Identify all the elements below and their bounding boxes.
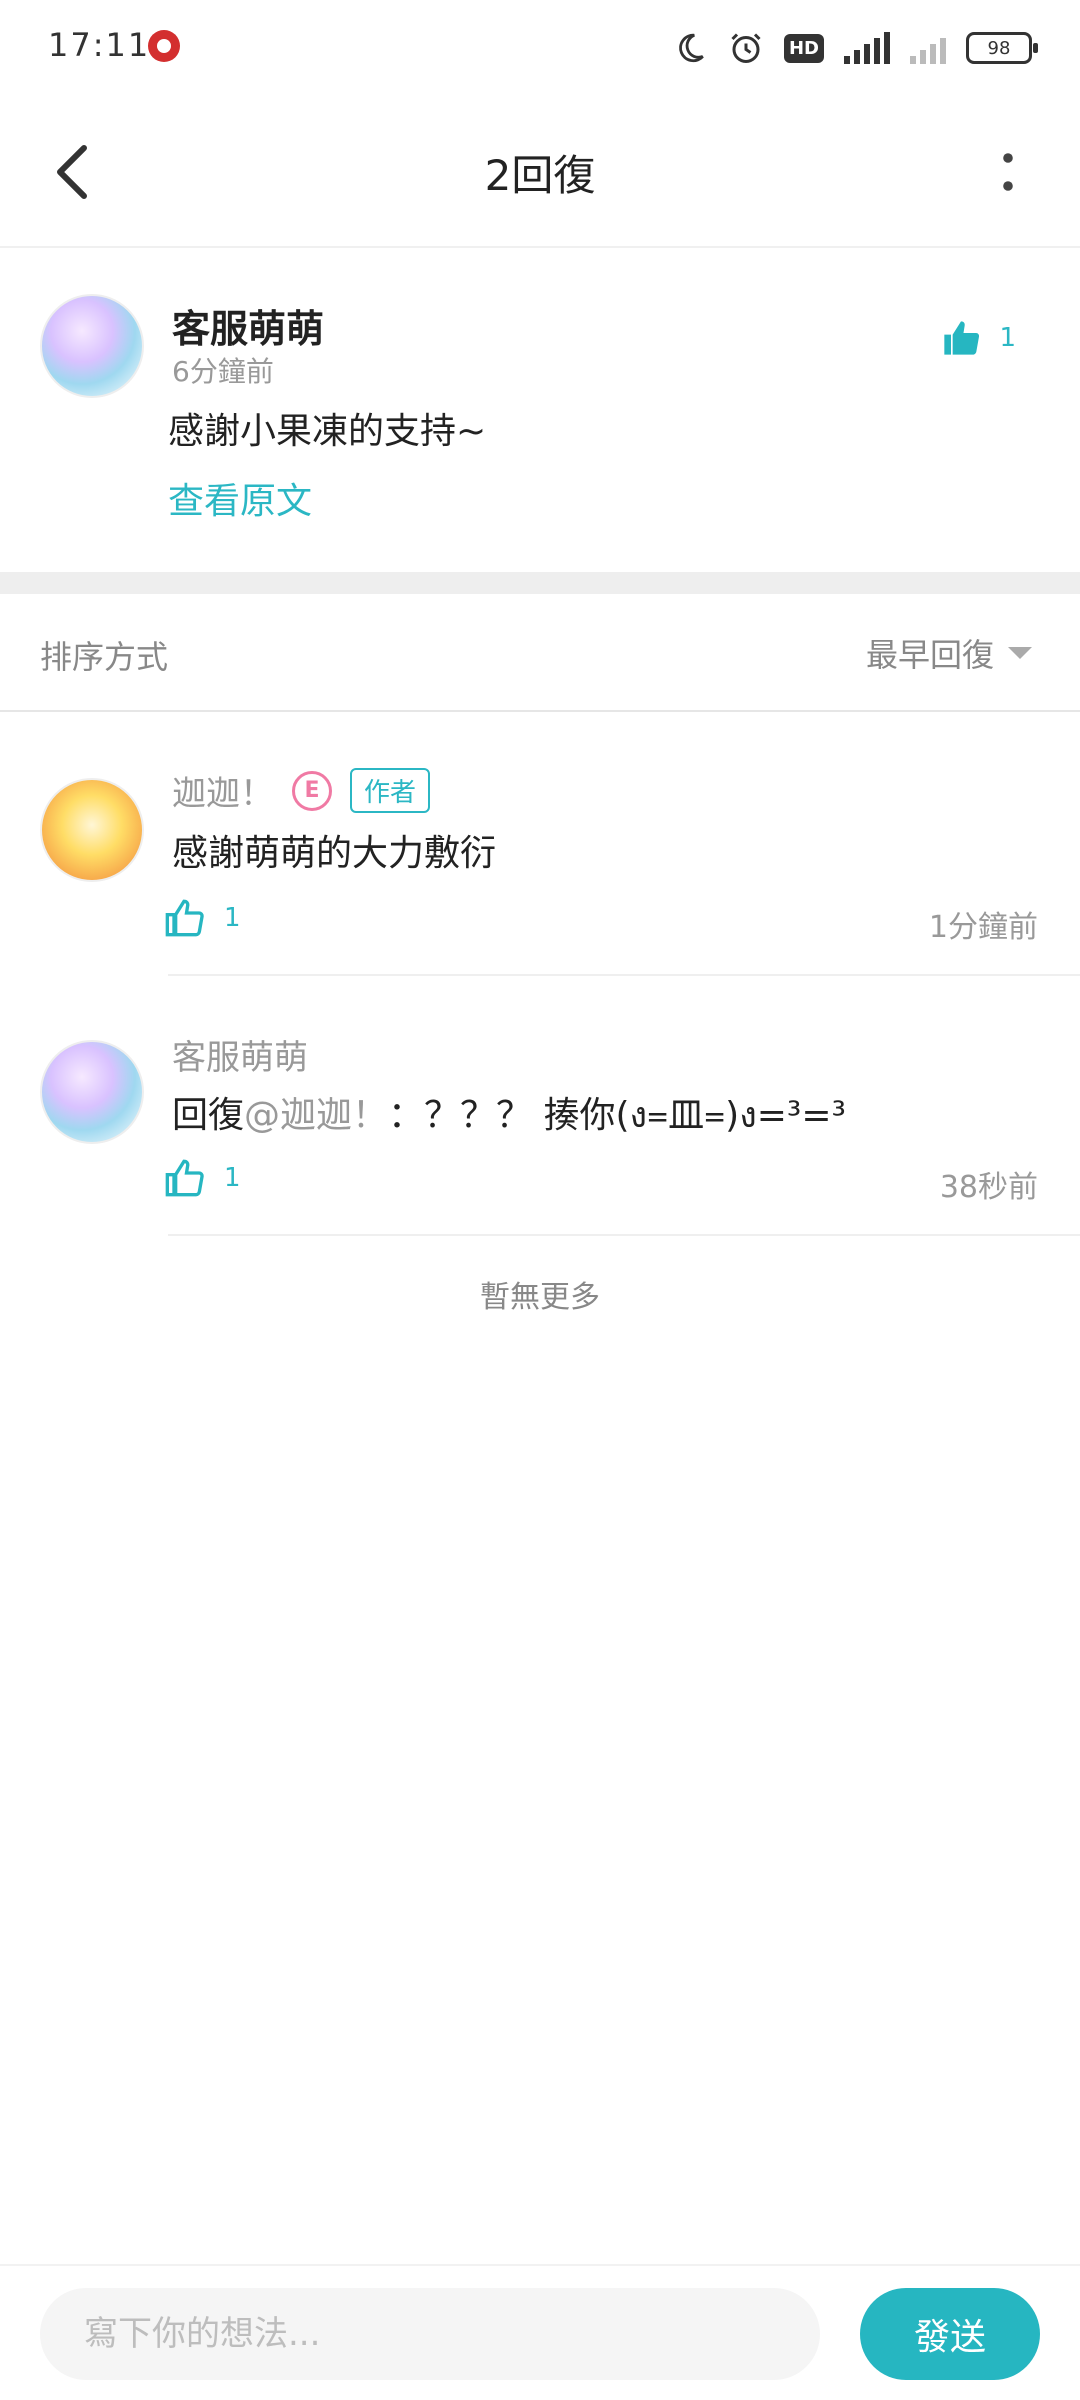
like-count: 1 (224, 903, 241, 933)
reply-author[interactable]: 客服萌萌 (172, 1030, 308, 1079)
sort-selected-value: 最早回復 (865, 636, 994, 674)
section-divider (0, 572, 1080, 594)
view-original-link[interactable]: 查看原文 (168, 472, 312, 524)
send-button[interactable]: 發送 (860, 2288, 1040, 2380)
reply-content-row: 回復@迦迦！：？？？ 揍你(ง᐀皿᐀)ง=³=³ (172, 1086, 846, 1143)
comment-content: 感謝小果凍的支持~ (168, 411, 487, 452)
more-options-button[interactable] (976, 140, 1040, 204)
avatar[interactable] (40, 778, 144, 882)
avatar[interactable] (40, 1040, 144, 1144)
comment-input[interactable] (40, 2288, 820, 2380)
app-notification-icon (148, 30, 180, 62)
no-more-text: 暫無更多 (480, 1280, 600, 1315)
reply-content: ：？？？ 揍你(ง᐀皿᐀)ง=³=³ (388, 1095, 846, 1136)
thumbs-up-icon (165, 1159, 204, 1197)
alarm-icon (728, 30, 764, 66)
level-badge: E (292, 770, 332, 811)
like-button[interactable]: 1 (164, 1158, 241, 1198)
battery-level: 98 (987, 37, 1011, 59)
reply-prefix: 回復 (172, 1095, 245, 1136)
thumbs-up-icon (165, 899, 204, 937)
comment-author[interactable]: 客服萌萌 (172, 298, 324, 353)
divider (168, 1234, 1080, 1236)
battery-icon: 98 (966, 32, 1038, 64)
reply-item: 迦迦！ E 作者 感謝萌萌的大力敷衍 1 1分鐘前 (0, 714, 1080, 976)
header: 2回復 (0, 96, 1080, 248)
main-comment: 客服萌萌 6分鐘前 1 感謝小果凍的支持~ 查看原文 (0, 250, 1080, 572)
reply-content: 感謝萌萌的大力敷衍 (172, 833, 497, 874)
status-time: 17:11 (48, 26, 151, 64)
signal-off-icon (910, 32, 946, 64)
comment-composer: 發送 (0, 2264, 1080, 2400)
thumbs-up-icon (944, 321, 980, 355)
like-count: 1 (999, 323, 1016, 353)
like-button[interactable]: 1 (941, 318, 1016, 358)
mention-link[interactable]: @迦迦！ (244, 1095, 388, 1136)
reply-time: 38秒前 (939, 1170, 1038, 1205)
status-icons: HD 98 (672, 26, 1038, 70)
hd-icon: HD (783, 33, 824, 63)
comment-time: 6分鐘前 (172, 355, 274, 388)
like-count: 1 (224, 1163, 241, 1193)
author-badge: 作者 (350, 768, 431, 813)
reply-author[interactable]: 迦迦！ (172, 766, 274, 815)
caret-down-icon (1008, 647, 1032, 659)
reply-author-row: 迦迦！ E 作者 (172, 766, 431, 815)
reply-time: 1分鐘前 (928, 910, 1038, 945)
sort-bar: 排序方式 最早回復 (0, 594, 1080, 712)
like-button[interactable]: 1 (164, 898, 241, 938)
reply-item: 客服萌萌 回復@迦迦！：？？？ 揍你(ง᐀皿᐀)ง=³=³ 1 38秒前 (0, 976, 1080, 1238)
signal-strength-icon (844, 32, 890, 64)
sort-label: 排序方式 (40, 638, 169, 676)
moon-icon (672, 30, 708, 66)
page-title: 2回復 (484, 151, 596, 200)
more-vertical-icon (1003, 153, 1013, 191)
sort-dropdown[interactable]: 最早回復 (866, 630, 1032, 676)
status-bar: 17:11 HD 98 (0, 0, 1080, 96)
avatar[interactable] (40, 294, 144, 398)
